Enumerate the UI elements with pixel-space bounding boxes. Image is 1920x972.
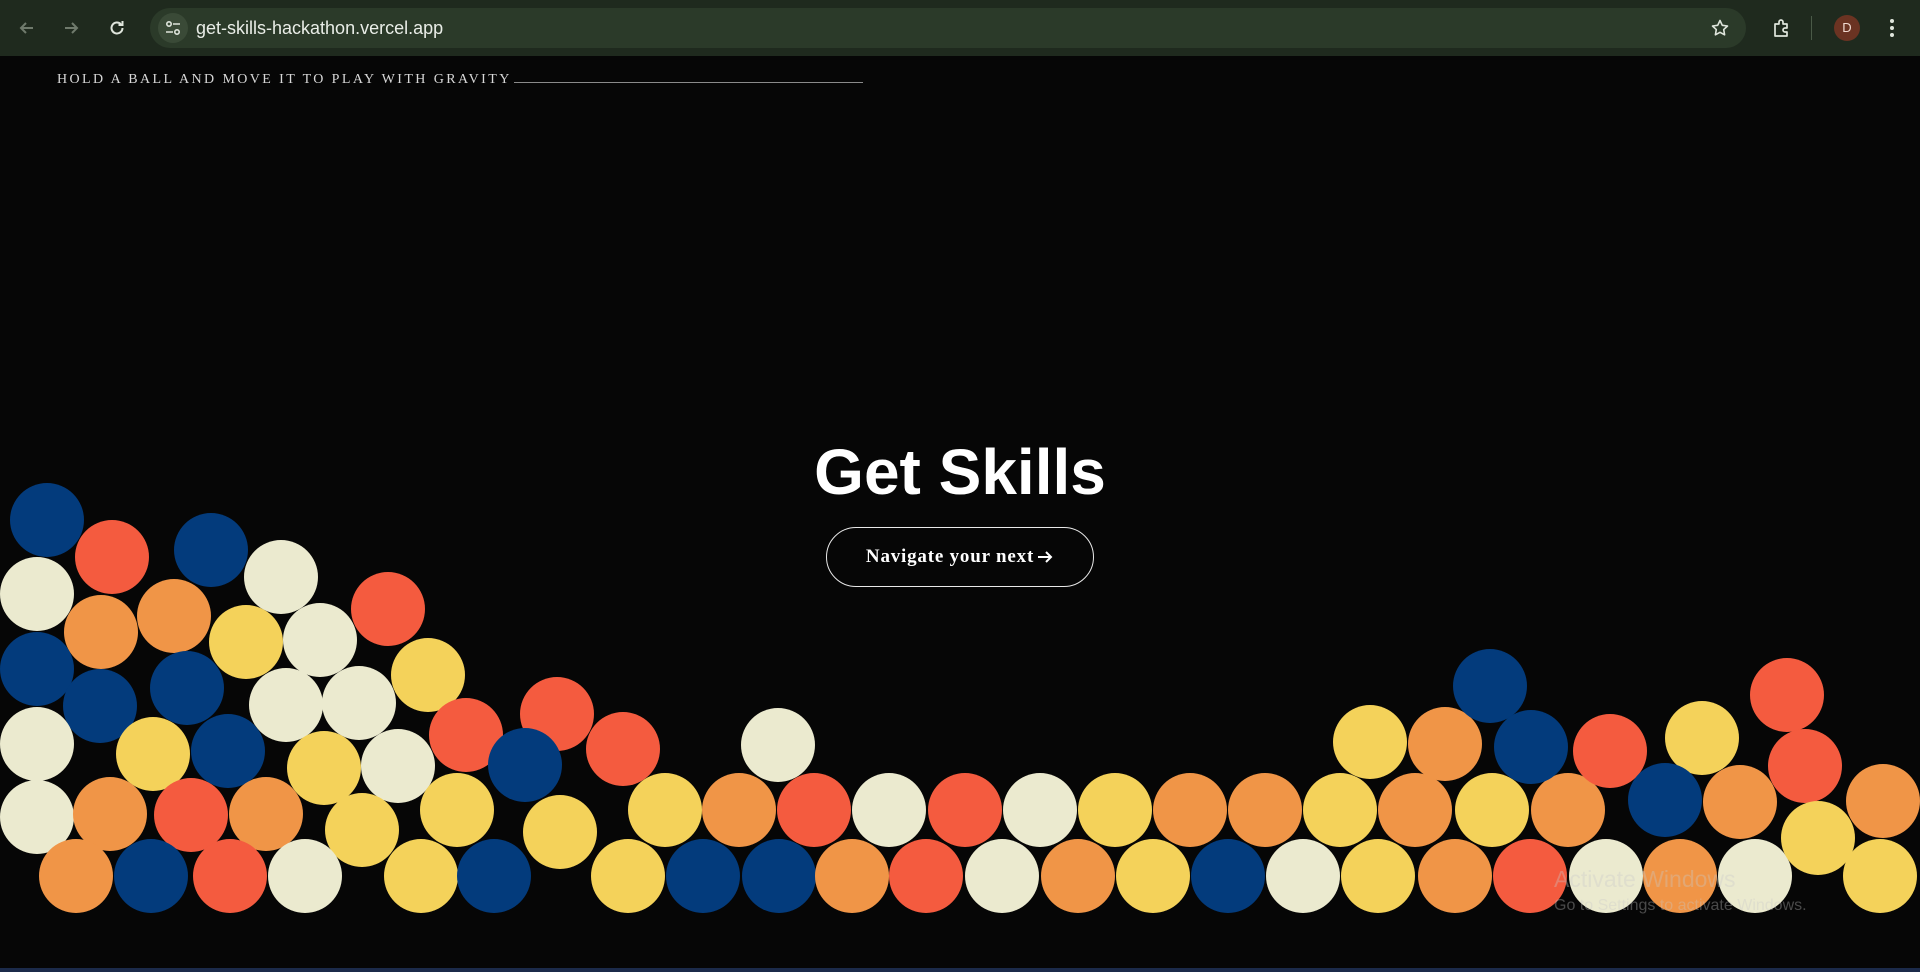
gravity-ball[interactable]	[1703, 765, 1777, 839]
gravity-ball[interactable]	[928, 773, 1002, 847]
bookmark-button[interactable]	[1706, 14, 1734, 42]
gravity-ball[interactable]	[39, 839, 113, 913]
gravity-ball[interactable]	[1228, 773, 1302, 847]
gravity-ball[interactable]	[741, 708, 815, 782]
gravity-ball[interactable]	[1846, 764, 1920, 838]
page-viewport: HOLD A BALL AND MOVE IT TO PLAY WITH GRA…	[0, 56, 1920, 972]
gravity-ball[interactable]	[193, 839, 267, 913]
watermark-title: Activate Windows	[1554, 866, 1736, 892]
navigate-next-label: Navigate your next	[865, 546, 1035, 567]
extensions-button[interactable]	[1766, 12, 1798, 44]
gravity-ball[interactable]	[965, 839, 1039, 913]
gravity-ball[interactable]	[457, 839, 531, 913]
gravity-ball[interactable]	[114, 839, 188, 913]
gravity-ball[interactable]	[1266, 839, 1340, 913]
star-icon	[1711, 19, 1729, 36]
gravity-ball[interactable]	[174, 513, 248, 587]
site-info-button[interactable]	[158, 13, 188, 43]
gravity-ball[interactable]	[75, 520, 149, 594]
arrow-left-icon	[19, 22, 33, 34]
gravity-ball[interactable]	[0, 632, 74, 706]
puzzle-icon	[1774, 19, 1788, 37]
back-button[interactable]	[12, 13, 42, 43]
toolbar-divider	[1811, 16, 1812, 40]
gravity-ball[interactable]	[1378, 773, 1452, 847]
gravity-ball[interactable]	[322, 666, 396, 740]
gravity-ball[interactable]	[1665, 701, 1739, 775]
gravity-ball[interactable]	[154, 778, 228, 852]
gravity-ball[interactable]	[325, 793, 399, 867]
gravity-ball[interactable]	[0, 557, 74, 631]
gravity-ball[interactable]	[488, 728, 562, 802]
gravity-ball[interactable]	[628, 773, 702, 847]
gravity-ball[interactable]	[361, 729, 435, 803]
gravity-ball[interactable]	[1418, 839, 1492, 913]
gravity-ball[interactable]	[1333, 705, 1407, 779]
page-bottom-edge	[0, 968, 1920, 972]
gravity-ball[interactable]	[1628, 763, 1702, 837]
gravity-ball[interactable]	[0, 707, 74, 781]
gravity-ball[interactable]	[1116, 839, 1190, 913]
gravity-ball[interactable]	[591, 839, 665, 913]
gravity-ball[interactable]	[249, 668, 323, 742]
kebab-menu-icon	[1890, 19, 1894, 37]
windows-activation-watermark: Activate Windows Go to Settings to activ…	[1554, 866, 1807, 915]
gravity-ball[interactable]	[351, 572, 425, 646]
gravity-ball[interactable]	[64, 595, 138, 669]
address-bar[interactable]: get-skills-hackathon.vercel.app	[150, 8, 1746, 48]
gravity-ball[interactable]	[283, 603, 357, 677]
tune-icon	[165, 20, 181, 36]
gravity-ball[interactable]	[268, 839, 342, 913]
gravity-ball[interactable]	[889, 839, 963, 913]
gravity-ball[interactable]	[1453, 649, 1527, 723]
url-text[interactable]: get-skills-hackathon.vercel.app	[196, 8, 443, 48]
gravity-ball[interactable]	[852, 773, 926, 847]
reload-icon	[110, 21, 124, 35]
gravity-ball[interactable]	[244, 540, 318, 614]
page-title: Get Skills	[814, 436, 1106, 508]
arrow-right-icon	[1038, 551, 1053, 563]
gravity-ball[interactable]	[1768, 729, 1842, 803]
gravity-ball[interactable]	[1153, 773, 1227, 847]
gravity-ball[interactable]	[1573, 714, 1647, 788]
gravity-ball[interactable]	[150, 651, 224, 725]
gravity-ball[interactable]	[742, 839, 816, 913]
gravity-ball[interactable]	[586, 712, 660, 786]
gravity-ball[interactable]	[209, 605, 283, 679]
gravity-ball[interactable]	[815, 839, 889, 913]
navigate-next-button[interactable]: Navigate your next	[826, 527, 1094, 587]
gravity-ball[interactable]	[1455, 773, 1529, 847]
gravity-balls-canvas[interactable]	[0, 56, 1920, 972]
gravity-ball[interactable]	[777, 773, 851, 847]
gravity-ball[interactable]	[287, 731, 361, 805]
gravity-ball[interactable]	[1041, 839, 1115, 913]
gravity-ball[interactable]	[420, 773, 494, 847]
gravity-ball[interactable]	[191, 714, 265, 788]
browser-menu-button[interactable]	[1876, 12, 1908, 44]
gravity-ball[interactable]	[1781, 801, 1855, 875]
arrow-right-icon	[65, 22, 79, 34]
gravity-ball[interactable]	[523, 795, 597, 869]
gravity-ball[interactable]	[1341, 839, 1415, 913]
gravity-ball[interactable]	[1408, 707, 1482, 781]
watermark-subtitle: Go to Settings to activate Windows.	[1554, 897, 1807, 914]
gravity-ball[interactable]	[1494, 710, 1568, 784]
gravity-ball[interactable]	[666, 839, 740, 913]
gravity-ball[interactable]	[1003, 773, 1077, 847]
gravity-ball[interactable]	[1843, 839, 1917, 913]
gravity-ball[interactable]	[384, 839, 458, 913]
browser-toolbar: get-skills-hackathon.vercel.app D	[0, 0, 1920, 56]
gravity-ball[interactable]	[1750, 658, 1824, 732]
gravity-ball[interactable]	[1078, 773, 1152, 847]
gravity-ball[interactable]	[137, 579, 211, 653]
gravity-ball[interactable]	[1191, 839, 1265, 913]
gravity-ball[interactable]	[116, 717, 190, 791]
gravity-ball[interactable]	[229, 777, 303, 851]
profile-avatar[interactable]: D	[1834, 15, 1860, 41]
gravity-ball[interactable]	[1303, 773, 1377, 847]
gravity-ball[interactable]	[702, 773, 776, 847]
reload-button[interactable]	[102, 13, 132, 43]
forward-button[interactable]	[56, 13, 86, 43]
